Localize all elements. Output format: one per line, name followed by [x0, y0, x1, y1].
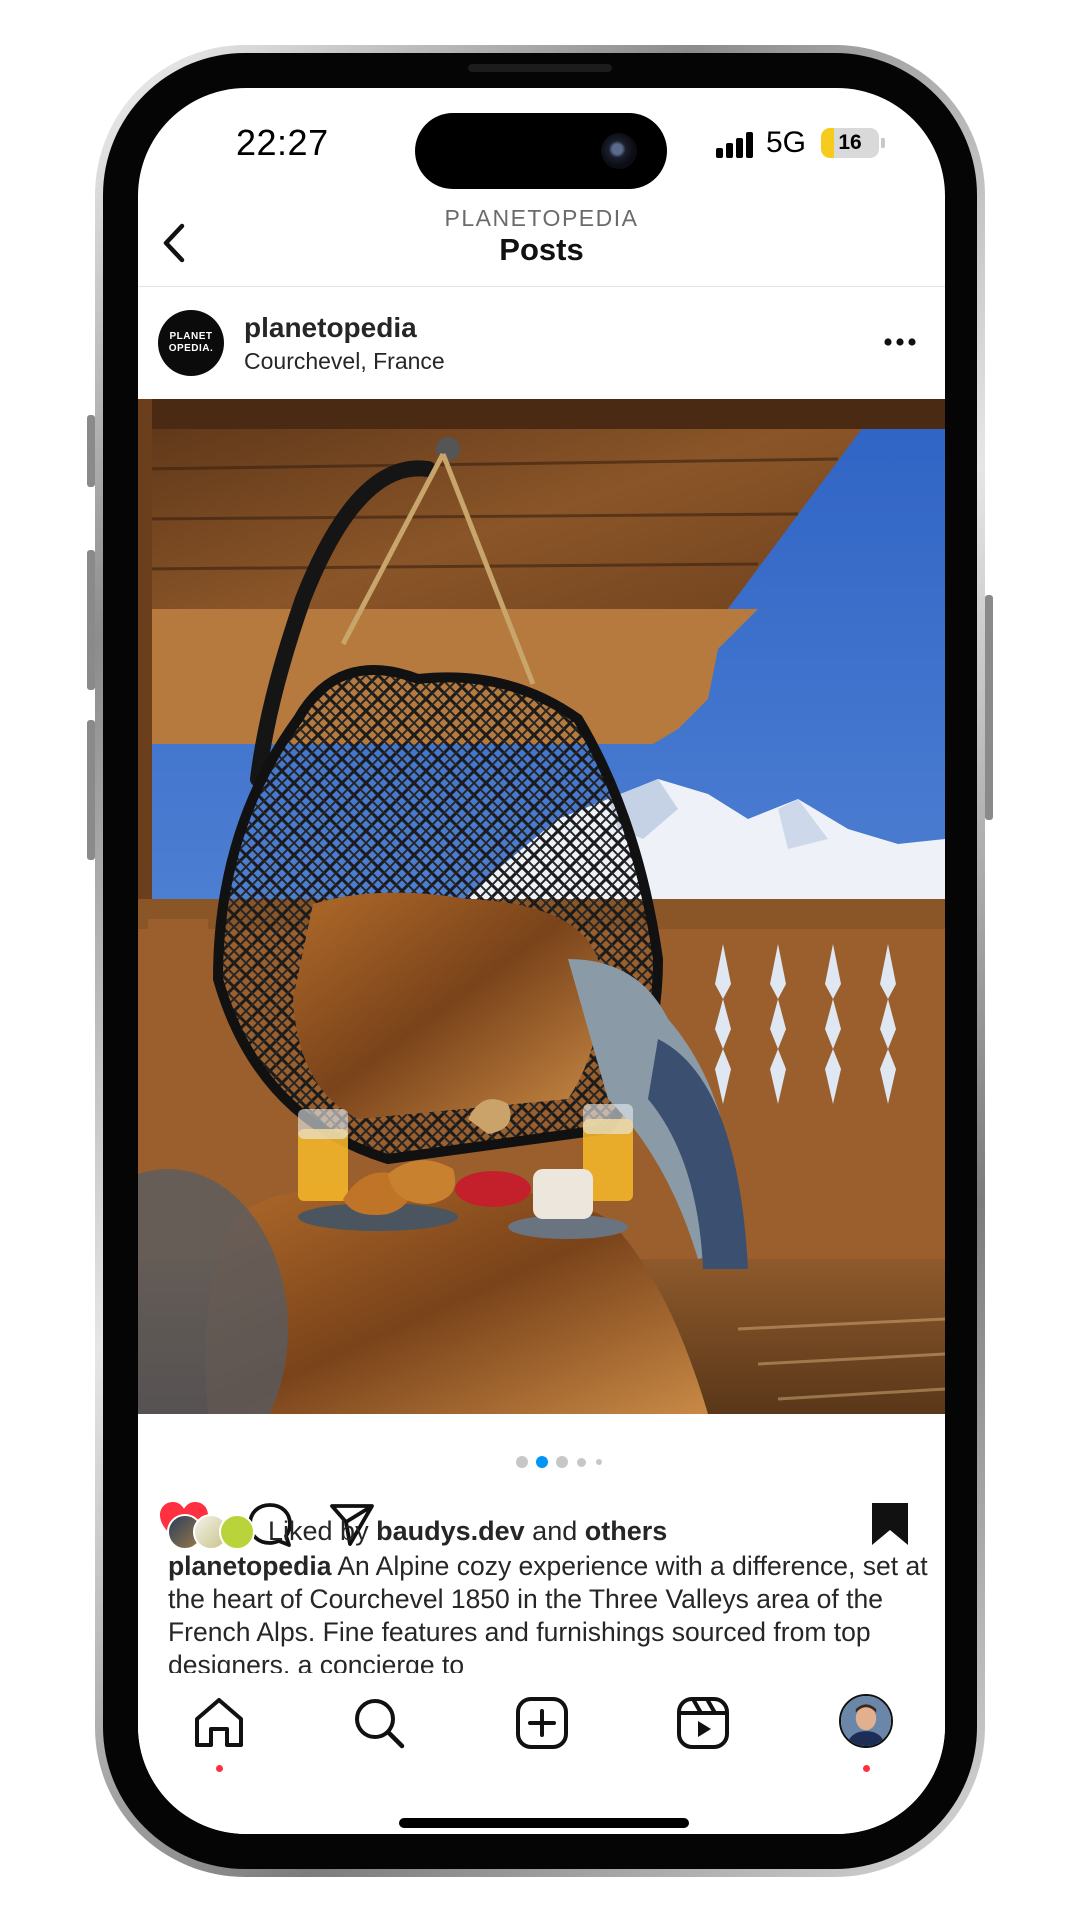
page-title: Posts: [499, 232, 584, 267]
header-divider: [138, 286, 945, 287]
volume-down-button: [87, 720, 95, 860]
power-button: [985, 595, 993, 820]
home-notification-dot: [216, 1765, 223, 1772]
post-image[interactable]: [138, 399, 945, 1414]
liker-avatar: [219, 1514, 255, 1550]
liked-by-joiner: and: [532, 1516, 578, 1546]
profile-avatar[interactable]: [839, 1694, 893, 1748]
battery-icon: 16: [821, 128, 879, 158]
carousel-dot: [556, 1456, 568, 1468]
volume-up-button: [87, 550, 95, 690]
carousel-dot-active: [536, 1456, 548, 1468]
phone-screen: 22:27 5G 16 PLANETOPEDIA Posts PLANET OP…: [138, 88, 945, 1834]
earpiece-speaker: [468, 64, 612, 72]
carousel-dot: [516, 1456, 528, 1468]
battery-level: 16: [838, 131, 862, 154]
battery-nub: [881, 138, 885, 148]
home-indicator: [399, 1818, 689, 1828]
avatar-logo-text: PLANET OPEDIA.: [168, 331, 214, 354]
profile-photo: [841, 1696, 891, 1746]
liked-by-text[interactable]: Liked by baudys.dev and others: [268, 1516, 667, 1547]
liked-by-prefix: Liked by: [268, 1516, 369, 1546]
post-avatar[interactable]: PLANET OPEDIA.: [158, 310, 224, 376]
action-button: [87, 415, 95, 487]
caption-username[interactable]: planetopedia: [168, 1551, 331, 1581]
home-icon[interactable]: [191, 1695, 247, 1751]
liked-by-user[interactable]: baudys.dev: [376, 1516, 525, 1546]
signal-icon: [716, 132, 756, 158]
carousel-dot: [577, 1458, 586, 1467]
carousel-indicator: [516, 1454, 626, 1468]
liked-by-avatars[interactable]: [167, 1514, 257, 1552]
network-type: 5G: [766, 126, 807, 159]
ellipsis-icon[interactable]: [880, 330, 920, 354]
carousel-dot: [596, 1459, 602, 1465]
post-caption: planetopedia An Alpine cozy experience w…: [168, 1550, 928, 1682]
liked-by-others[interactable]: others: [585, 1516, 668, 1546]
post-username[interactable]: planetopedia: [244, 312, 417, 344]
search-icon[interactable]: [351, 1695, 407, 1751]
header-subtitle: PLANETOPEDIA: [444, 205, 639, 231]
bookmark-filled-icon[interactable]: [869, 1500, 911, 1548]
status-time: 22:27: [236, 122, 329, 163]
post-location[interactable]: Courchevel, France: [244, 348, 445, 375]
front-camera: [601, 133, 637, 169]
reels-icon[interactable]: [675, 1695, 731, 1751]
plus-square-icon[interactable]: [514, 1695, 570, 1751]
profile-notification-dot: [863, 1765, 870, 1772]
dynamic-island: [415, 113, 667, 189]
